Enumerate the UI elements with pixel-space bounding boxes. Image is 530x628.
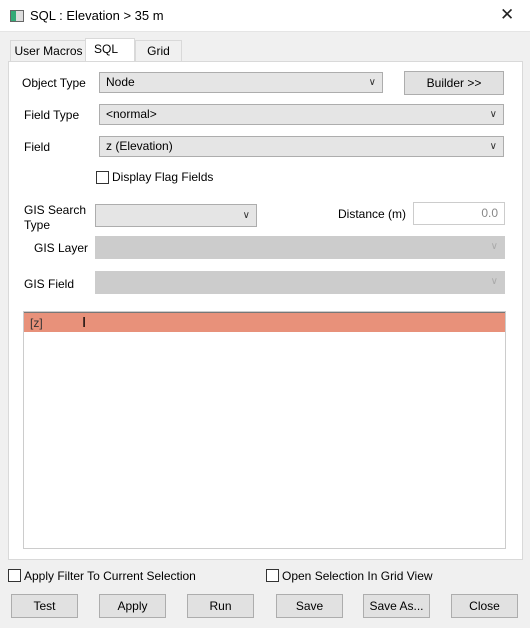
object-type-label: Object Type (22, 76, 86, 90)
builder-button[interactable]: Builder >> (404, 71, 504, 95)
distance-label: Distance (m) (338, 207, 407, 221)
tab-user-macros[interactable]: User Macros (10, 40, 87, 61)
chevron-down-icon: ∨ (490, 276, 498, 287)
window-title: SQL : Elevation > 35 m (30, 8, 164, 23)
sql-text: [z] (30, 316, 43, 330)
field-type-value: <normal> (106, 107, 157, 121)
test-button[interactable]: Test (11, 594, 78, 618)
field-value: z (Elevation) (106, 139, 173, 153)
chevron-down-icon: ∨ (242, 210, 250, 221)
gis-search-type-label: GIS Search Type (24, 203, 87, 232)
tab-sql[interactable]: SQL (85, 38, 135, 61)
gis-layer-label: GIS Layer (34, 241, 89, 255)
field-type-select[interactable]: <normal> ∨ (99, 104, 504, 125)
object-type-value: Node (106, 75, 135, 89)
app-icon (10, 10, 24, 22)
chevron-down-icon: ∨ (489, 109, 497, 120)
open-grid-checkbox[interactable] (266, 569, 279, 582)
gis-layer-select[interactable]: ∨ (95, 236, 505, 259)
object-type-select[interactable]: Node ∨ (99, 72, 383, 93)
field-type-label: Field Type (24, 108, 80, 122)
sql-editor[interactable]: [z] I (23, 311, 506, 549)
save-button[interactable]: Save (276, 594, 343, 618)
display-flag-checkbox[interactable] (96, 171, 109, 184)
close-button[interactable]: Close (451, 594, 518, 618)
sql-current-line: [z] I (24, 312, 505, 332)
chevron-down-icon: ∨ (490, 241, 498, 252)
apply-filter-checkbox[interactable] (8, 569, 21, 582)
field-select[interactable]: z (Elevation) ∨ (99, 136, 504, 157)
close-icon[interactable]: ✕ (500, 5, 514, 25)
run-button[interactable]: Run (187, 594, 254, 618)
gis-search-type-select[interactable]: ∨ (95, 204, 257, 227)
open-grid-label: Open Selection In Grid View (282, 569, 433, 583)
distance-input[interactable]: 0.0 (413, 202, 505, 225)
apply-filter-label: Apply Filter To Current Selection (24, 569, 196, 583)
chevron-down-icon: ∨ (368, 77, 376, 88)
save-as-button[interactable]: Save As... (363, 594, 430, 618)
apply-button[interactable]: Apply (99, 594, 166, 618)
display-flag-label: Display Flag Fields (112, 170, 214, 184)
field-label: Field (24, 140, 51, 154)
text-cursor-icon: I (82, 314, 87, 331)
tab-grid[interactable]: Grid (135, 40, 182, 61)
title-bar: SQL : Elevation > 35 m ✕ (0, 0, 530, 32)
gis-field-select[interactable]: ∨ (95, 271, 505, 294)
chevron-down-icon: ∨ (489, 141, 497, 152)
gis-field-label: GIS Field (24, 277, 75, 291)
